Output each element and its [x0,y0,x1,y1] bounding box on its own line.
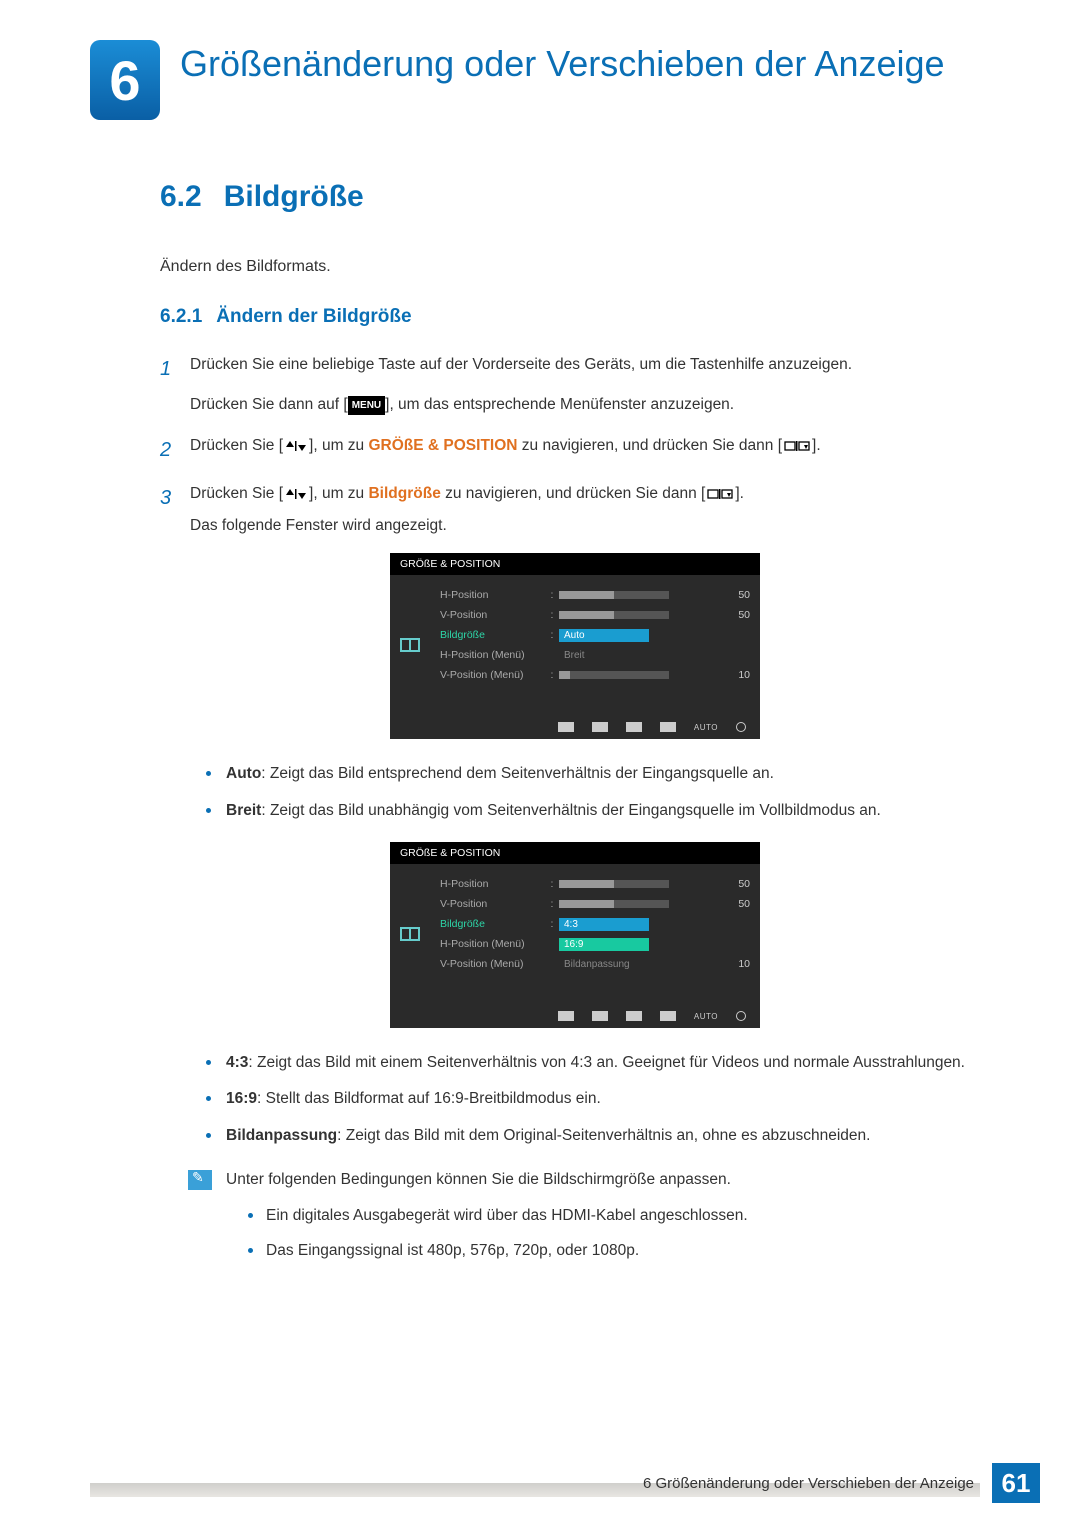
osd-nav-icon [592,1011,608,1021]
osd-nav-icon [660,1011,676,1021]
osd-title: GRÖßE & POSITION [390,553,760,575]
step-number: 1 [160,352,190,419]
list-item: Auto: Zeigt das Bild entsprechend dem Se… [206,761,990,787]
source-enter-icon [782,435,812,461]
note-icon [188,1170,212,1190]
osd-nav-icon [558,1011,574,1021]
step-body: Drücken Sie [], um zu GRÖßE & POSITION z… [190,433,990,467]
up-down-arrow-icon [283,435,309,461]
step-3: 3 Drücken Sie [], um zu Bildgröße zu nav… [160,481,990,540]
osd-option: Bildanpassung [559,958,649,971]
section-number: 6.2 [160,180,202,213]
osd-screenshot-2: GRÖßE & POSITION H-Position:50 V-Positio… [390,842,760,1028]
step-text: Drücken Sie eine beliebige Taste auf der… [190,352,990,378]
list-item: Bildanpassung: Zeigt das Bild mit dem Or… [206,1123,990,1149]
step-1: 1 Drücken Sie eine beliebige Taste auf d… [160,352,990,419]
power-icon [736,722,746,732]
osd-auto-label: AUTO [694,723,718,732]
osd-option: Breit [559,649,649,662]
bullet-list-1: Auto: Zeigt das Bild entsprechend dem Se… [160,761,990,824]
subsection-title: Ändern der Bildgröße [216,306,411,327]
note-intro: Unter folgenden Bedingungen können Sie d… [226,1167,748,1193]
osd-option: 16:9 [559,938,649,951]
section-intro: Ändern des Bildformats. [160,258,990,276]
step-number: 3 [160,481,190,540]
osd-auto-label: AUTO [694,1012,718,1021]
power-icon [736,1011,746,1021]
osd-category-icon [400,638,420,652]
up-down-arrow-icon [283,483,309,509]
osd-nav-icon [592,722,608,732]
step-body: Drücken Sie eine beliebige Taste auf der… [190,352,990,419]
section-heading: 6.2 Bildgröße [160,180,990,214]
note-item: Ein digitales Ausgabegerät wird über das… [248,1203,748,1229]
chapter-header: 6 Größenänderung oder Verschieben der An… [90,40,990,120]
note-block: Unter folgenden Bedingungen können Sie d… [160,1167,990,1272]
orange-term: Bildgröße [368,485,440,502]
source-enter-icon [705,483,735,509]
subsection-number: 6.2.1 [160,306,202,327]
osd-option-selected: 4:3 [559,918,649,931]
footer-chapter-label: 6 Größenänderung oder Verschieben der An… [635,1471,982,1496]
section-title: Bildgröße [224,180,364,213]
chapter-title: Größenänderung oder Verschieben der Anze… [180,40,945,85]
osd-category-icon [400,927,420,941]
step-number: 2 [160,433,190,467]
list-item: Breit: Zeigt das Bild unabhängig vom Sei… [206,798,990,824]
osd-option-selected: Auto [559,629,649,642]
osd-title: GRÖßE & POSITION [390,842,760,864]
menu-key-icon: MENU [348,396,385,415]
list-item: 16:9: Stellt das Bildformat auf 16:9-Bre… [206,1086,990,1112]
orange-term: GRÖßE & POSITION [368,437,517,454]
osd-active-row: Bildgröße [430,629,545,641]
bullet-list-2: 4:3: Zeigt das Bild mit einem Seitenverh… [160,1050,990,1149]
page-number: 61 [992,1463,1040,1503]
osd-footer: AUTO [390,715,760,739]
note-item: Das Eingangssignal ist 480p, 576p, 720p,… [248,1238,748,1264]
osd-footer: AUTO [390,1004,760,1028]
step-2: 2 Drücken Sie [], um zu GRÖßE & POSITION… [160,433,990,467]
subsection-heading: 6.2.1 Ändern der Bildgröße [160,306,990,328]
osd-nav-icon [558,722,574,732]
osd-nav-icon [626,722,642,732]
chapter-number-box: 6 [90,40,160,120]
page-footer: 6 Größenänderung oder Verschieben der An… [90,1463,1040,1503]
osd-nav-icon [660,722,676,732]
step-body: Drücken Sie [], um zu Bildgröße zu navig… [190,481,990,540]
osd-nav-icon [626,1011,642,1021]
osd-screenshot-1: GRÖßE & POSITION H-Position:50 V-Positio… [390,553,760,739]
list-item: 4:3: Zeigt das Bild mit einem Seitenverh… [206,1050,990,1076]
osd-active-row: Bildgröße [430,918,545,930]
